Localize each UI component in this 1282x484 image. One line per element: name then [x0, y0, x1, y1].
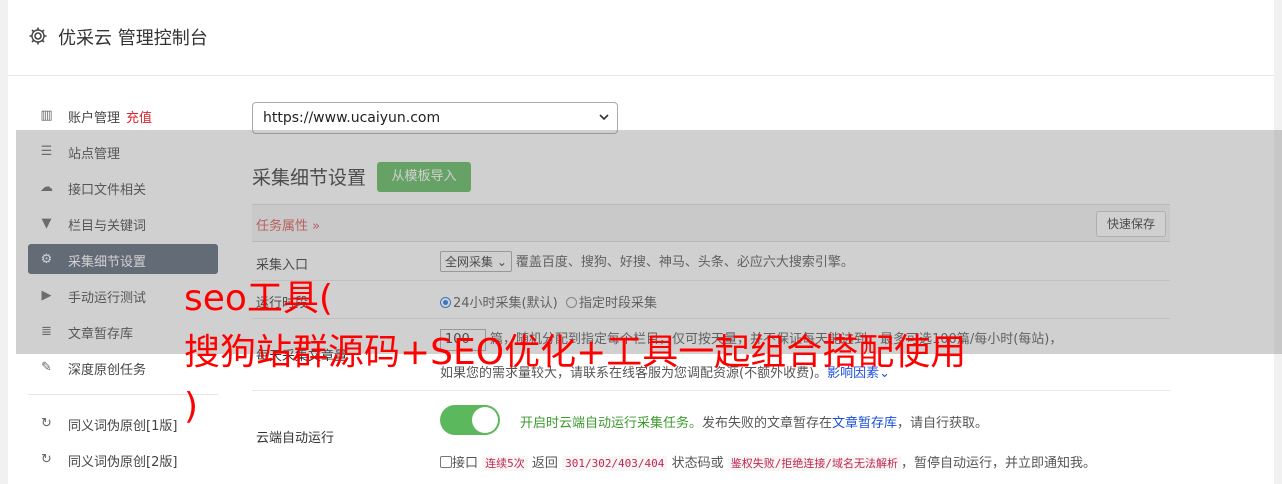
refresh-icon: ↻: [41, 452, 52, 467]
edit-icon: ✎: [41, 360, 52, 375]
code-errors: 鉴权失败/拒绝连接/域名无法解析: [727, 456, 901, 471]
site-select-value: https://www.ucaiyun.com: [263, 110, 441, 126]
text-return: 返回: [531, 456, 558, 471]
checkbox-label: 接口: [452, 456, 479, 471]
text-end: ，暂停自动运行，并立即通知我。: [900, 456, 1096, 471]
watermark-text: seo工具( 搜狗站群源码+SEO优化+工具一起组合搭配使用 ): [184, 272, 1144, 434]
watermark-line-3: ): [184, 386, 199, 427]
chevron-down-icon: [599, 114, 609, 121]
watermark-line-1: seo工具(: [184, 278, 333, 319]
recharge-link[interactable]: 充值: [126, 111, 152, 126]
bar-chart-icon: ▥: [40, 108, 53, 123]
code-consecutive: 连续5次: [482, 456, 528, 471]
page-title: 优采云 管理控制台: [58, 28, 208, 49]
gear-icon: [29, 27, 47, 45]
code-status: 301/302/403/404: [562, 456, 668, 471]
sidebar-item-synonym-v2[interactable]: ↻ 同义词伪原创[2版]: [28, 444, 218, 474]
sidebar-item-label: 同义词伪原创[1版]: [68, 419, 178, 434]
sidebar-item-label: 深度原创任务: [68, 363, 147, 378]
refresh-icon: ↻: [41, 416, 52, 431]
header: 优采云 管理控制台: [8, 0, 1274, 76]
interface-checkbox[interactable]: [440, 456, 452, 468]
sidebar-item-label: 账户管理: [68, 111, 121, 126]
sidebar-item-account[interactable]: ▥ 账户管理 充值: [28, 100, 218, 130]
sidebar-item-label: 同义词伪原创[2版]: [68, 455, 178, 470]
text-status: 状态码或: [671, 456, 724, 471]
watermark-line-2: 搜狗站群源码+SEO优化+工具一起组合搭配使用: [184, 332, 967, 373]
